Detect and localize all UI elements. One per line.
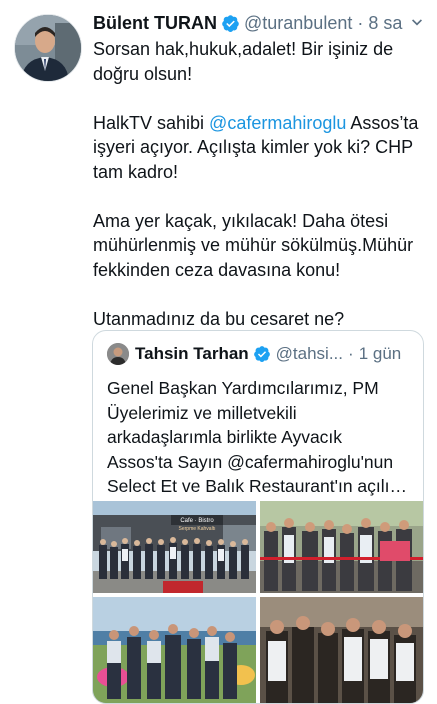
tweet-header: Bülent TURAN @turanbulent · 8 sa [93, 12, 429, 34]
tweet-text: Sorsan hak,hukuk,adalet! Bir işiniz de d… [93, 37, 428, 331]
tweet-paragraph-2: HalkTV sahibi @cafermahiroglu Assos’ta i… [93, 111, 428, 185]
quoted-text-line: arkadaşlarımla birlikte Ayvacık [107, 427, 343, 447]
photo-sign-text: Cafe · Bistro [180, 518, 214, 524]
quoted-text-line: Genel Başkan Yardımcılarımız, PM [107, 378, 379, 398]
quoted-text-line: Üyelerimiz ve milletvekili [107, 402, 297, 423]
quoted-timestamp[interactable]: 1 gün [359, 343, 402, 365]
photo-grid: Cafe · Bistro Serpme Kahvaltı [93, 501, 423, 703]
quoted-author-avatar[interactable] [107, 343, 129, 365]
quoted-author-handle[interactable]: @tahsi... [276, 343, 343, 365]
photo-2[interactable] [260, 501, 423, 593]
photo-3[interactable] [93, 597, 256, 703]
tweet[interactable]: Bülent TURAN @turanbulent · 8 sa Sorsan … [0, 0, 437, 704]
quoted-tweet-text: Genel Başkan Yardımcılarımız, PM Üyeleri… [107, 376, 413, 499]
quoted-author-name[interactable]: Tahsin Tarhan [135, 343, 249, 365]
header-separator: · [357, 13, 364, 33]
quoted-text-line: Assos'ta Sayın @cafermahiroglu'nun [107, 451, 394, 472]
quoted-tweet-header: Tahsin Tarhan @tahsi... · 1 gün [107, 343, 413, 365]
p2-text-before: HalkTV sahibi [93, 112, 210, 133]
more-options-icon[interactable] [407, 12, 427, 32]
quoted-tweet[interactable]: Tahsin Tarhan @tahsi... · 1 gün Genel Ba… [92, 330, 424, 704]
tweet-timestamp[interactable]: 8 sa [368, 12, 402, 34]
author-handle[interactable]: @turanbulent [244, 12, 352, 34]
tweet-paragraph-3: Ama yer kaçak, yıkılacak! Daha ötesi müh… [93, 210, 414, 280]
mention-link[interactable]: @cafermahiroglu [209, 113, 346, 133]
tweet-paragraph-4: Utanmadınız da bu cesaret ne? [93, 308, 345, 329]
quoted-text-line: Select Et ve Balık Restaurant'ın açılı… [107, 476, 408, 496]
verified-badge-icon [222, 14, 239, 32]
photo-4[interactable] [260, 597, 423, 703]
author-name[interactable]: Bülent TURAN [93, 12, 217, 34]
photo-sign-subtext: Serpme Kahvaltı [179, 526, 216, 532]
photo-1[interactable]: Cafe · Bistro Serpme Kahvaltı [93, 501, 256, 593]
verified-badge-icon [253, 346, 270, 363]
quoted-header-separator: · [348, 344, 354, 363]
author-avatar[interactable] [14, 14, 82, 82]
tweet-paragraph-1: Sorsan hak,hukuk,adalet! Bir işiniz de d… [93, 39, 394, 84]
author-avatar-image [15, 15, 81, 81]
